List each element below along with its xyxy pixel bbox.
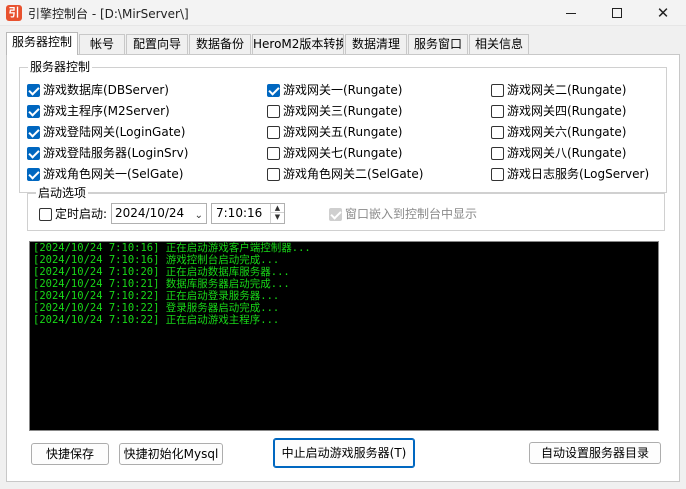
tab-herom2-version[interactable]: HeroM2版本转换 bbox=[252, 34, 344, 54]
time-value: 7:10:16 bbox=[216, 206, 263, 220]
checkbox-label: 游戏网关四(Rungate) bbox=[507, 104, 627, 118]
time-spinner[interactable]: ▲ ▼ bbox=[270, 204, 284, 223]
checkbox-label: 游戏网关五(Rungate) bbox=[283, 125, 403, 139]
window-title: 引擎控制台 - [D:\MirServer\] bbox=[28, 7, 189, 21]
checkbox-rungate-6[interactable]: 游戏网关六(Rungate) bbox=[491, 124, 626, 140]
quick-save-button[interactable]: 快捷保存 bbox=[31, 443, 109, 465]
tab-data-cleanup[interactable]: 数据清理 bbox=[345, 34, 407, 54]
checkbox-unchecked-icon bbox=[491, 146, 504, 160]
log-line: [2024/10/24 7:10:20] 正在启动数据库服务器... bbox=[33, 266, 290, 278]
timed-start-checkbox[interactable]: 定时启动: bbox=[39, 206, 107, 222]
log-line: [2024/10/24 7:10:16] 正在启动游戏客户端控制器... bbox=[33, 242, 311, 254]
minimize-icon bbox=[566, 12, 576, 14]
checkbox-unchecked-icon bbox=[267, 146, 280, 160]
date-picker[interactable]: 2024/10/24 ⌄ bbox=[111, 203, 207, 224]
log-line: [2024/10/24 7:10:21] 数据库服务器启动完成... bbox=[33, 278, 290, 290]
log-line: [2024/10/24 7:10:22] 正在启动游戏主程序... bbox=[33, 314, 280, 326]
checkbox-loginsrv[interactable]: 游戏登陆服务器(LoginSrv) bbox=[27, 145, 188, 161]
checkbox-label: 游戏角色网关一(SelGate) bbox=[43, 167, 184, 181]
checkbox-rungate-4[interactable]: 游戏网关四(Rungate) bbox=[491, 103, 626, 119]
tab-data-backup[interactable]: 数据备份 bbox=[189, 34, 251, 54]
checkbox-label: 游戏网关一(Rungate) bbox=[283, 83, 403, 97]
log-output[interactable]: [2024/10/24 7:10:16] 正在启动游戏客户端控制器... [20… bbox=[29, 241, 659, 431]
checkbox-label: 游戏数据库(DBServer) bbox=[43, 83, 169, 97]
checkbox-label: 游戏网关七(Rungate) bbox=[283, 146, 403, 160]
checkbox-logingate[interactable]: 游戏登陆网关(LoginGate) bbox=[27, 124, 185, 140]
checkbox-m2server[interactable]: 游戏主程序(M2Server) bbox=[27, 103, 170, 119]
checkbox-label: 游戏网关二(Rungate) bbox=[507, 83, 627, 97]
checkbox-label: 游戏登陆服务器(LoginSrv) bbox=[43, 146, 189, 160]
auto-set-server-dir-button[interactable]: 自动设置服务器目录 bbox=[529, 442, 661, 464]
spin-down-icon[interactable]: ▼ bbox=[271, 213, 284, 222]
embed-window-checkbox: 窗口嵌入到控制台中显示 bbox=[329, 206, 477, 222]
checkbox-label: 游戏网关六(Rungate) bbox=[507, 125, 627, 139]
close-icon: ✕ bbox=[656, 3, 670, 22]
tab-related-info[interactable]: 相关信息 bbox=[469, 34, 529, 54]
timed-start-label: 定时启动: bbox=[55, 207, 108, 221]
maximize-icon bbox=[612, 8, 622, 18]
checkbox-label: 游戏主程序(M2Server) bbox=[43, 104, 170, 118]
checkbox-unchecked-icon bbox=[39, 207, 52, 221]
checkbox-unchecked-icon bbox=[491, 104, 504, 118]
checkbox-checked-icon bbox=[267, 83, 280, 97]
tab-service-window[interactable]: 服务窗口 bbox=[408, 34, 468, 54]
log-line: [2024/10/24 7:10:22] 正在启动登录服务器... bbox=[33, 290, 280, 302]
checkbox-checked-disabled-icon bbox=[329, 207, 342, 221]
checkbox-selgate-2[interactable]: 游戏角色网关二(SelGate) bbox=[267, 166, 423, 182]
checkbox-label: 游戏网关三(Rungate) bbox=[283, 104, 403, 118]
log-line: [2024/10/24 7:10:16] 游戏控制台启动完成... bbox=[33, 254, 280, 266]
stop-start-server-button[interactable]: 中止启动游戏服务器(T) bbox=[273, 438, 415, 468]
checkbox-rungate-8[interactable]: 游戏网关八(Rungate) bbox=[491, 145, 626, 161]
app-logo-glyph: 引 bbox=[8, 6, 20, 19]
tab-config-wizard[interactable]: 配置向导 bbox=[126, 34, 188, 54]
checkbox-label: 游戏网关八(Rungate) bbox=[507, 146, 627, 160]
checkbox-logserver[interactable]: 游戏日志服务(LogServer) bbox=[491, 166, 649, 182]
checkbox-rungate-2[interactable]: 游戏网关二(Rungate) bbox=[491, 82, 626, 98]
checkbox-label: 游戏登陆网关(LoginGate) bbox=[43, 125, 186, 139]
maximize-button[interactable] bbox=[594, 0, 640, 26]
checkbox-unchecked-icon bbox=[267, 104, 280, 118]
checkbox-rungate-7[interactable]: 游戏网关七(Rungate) bbox=[267, 145, 402, 161]
close-button[interactable]: ✕ bbox=[640, 0, 686, 26]
checkbox-selgate-1[interactable]: 游戏角色网关一(SelGate) bbox=[27, 166, 183, 182]
embed-window-label: 窗口嵌入到控制台中显示 bbox=[345, 207, 478, 221]
checkbox-checked-icon bbox=[27, 125, 40, 139]
checkbox-checked-icon bbox=[27, 104, 40, 118]
checkbox-rungate-1[interactable]: 游戏网关一(Rungate) bbox=[267, 82, 402, 98]
checkbox-checked-icon bbox=[27, 83, 40, 97]
quick-init-mysql-button[interactable]: 快捷初始化Mysql bbox=[119, 443, 223, 465]
title-bar: 引 引擎控制台 - [D:\MirServer\] ✕ bbox=[0, 0, 686, 26]
minimize-button[interactable] bbox=[548, 0, 594, 26]
checkbox-unchecked-icon bbox=[267, 125, 280, 139]
checkbox-unchecked-icon bbox=[491, 125, 504, 139]
time-picker[interactable]: 7:10:16 ▲ ▼ bbox=[211, 203, 285, 224]
checkbox-dbserver[interactable]: 游戏数据库(DBServer) bbox=[27, 82, 169, 98]
server-control-panel: 服务器控制 游戏数据库(DBServer) 游戏主程序(M2Server) 游戏… bbox=[6, 54, 680, 482]
checkbox-checked-icon bbox=[27, 167, 40, 181]
services-group-legend: 服务器控制 bbox=[28, 60, 93, 74]
checkbox-unchecked-icon bbox=[491, 167, 504, 181]
app-logo-icon: 引 bbox=[6, 5, 22, 21]
checkbox-unchecked-icon bbox=[267, 167, 280, 181]
startup-options-legend: 启动选项 bbox=[36, 186, 89, 200]
checkbox-rungate-5[interactable]: 游戏网关五(Rungate) bbox=[267, 124, 402, 140]
checkbox-label: 游戏日志服务(LogServer) bbox=[507, 167, 650, 181]
chevron-down-icon[interactable]: ⌄ bbox=[195, 206, 203, 225]
checkbox-unchecked-icon bbox=[491, 83, 504, 97]
log-line: [2024/10/24 7:10:22] 登录服务器启动完成... bbox=[33, 302, 280, 314]
tab-server-control[interactable]: 服务器控制 bbox=[6, 32, 78, 55]
checkbox-label: 游戏角色网关二(SelGate) bbox=[283, 167, 424, 181]
tab-strip: 服务器控制 帐号 配置向导 数据备份 HeroM2版本转换 数据清理 服务窗口 … bbox=[6, 32, 682, 55]
date-value: 2024/10/24 bbox=[115, 206, 185, 220]
checkbox-checked-icon bbox=[27, 146, 40, 160]
tab-account[interactable]: 帐号 bbox=[79, 34, 125, 54]
checkbox-rungate-3[interactable]: 游戏网关三(Rungate) bbox=[267, 103, 402, 119]
